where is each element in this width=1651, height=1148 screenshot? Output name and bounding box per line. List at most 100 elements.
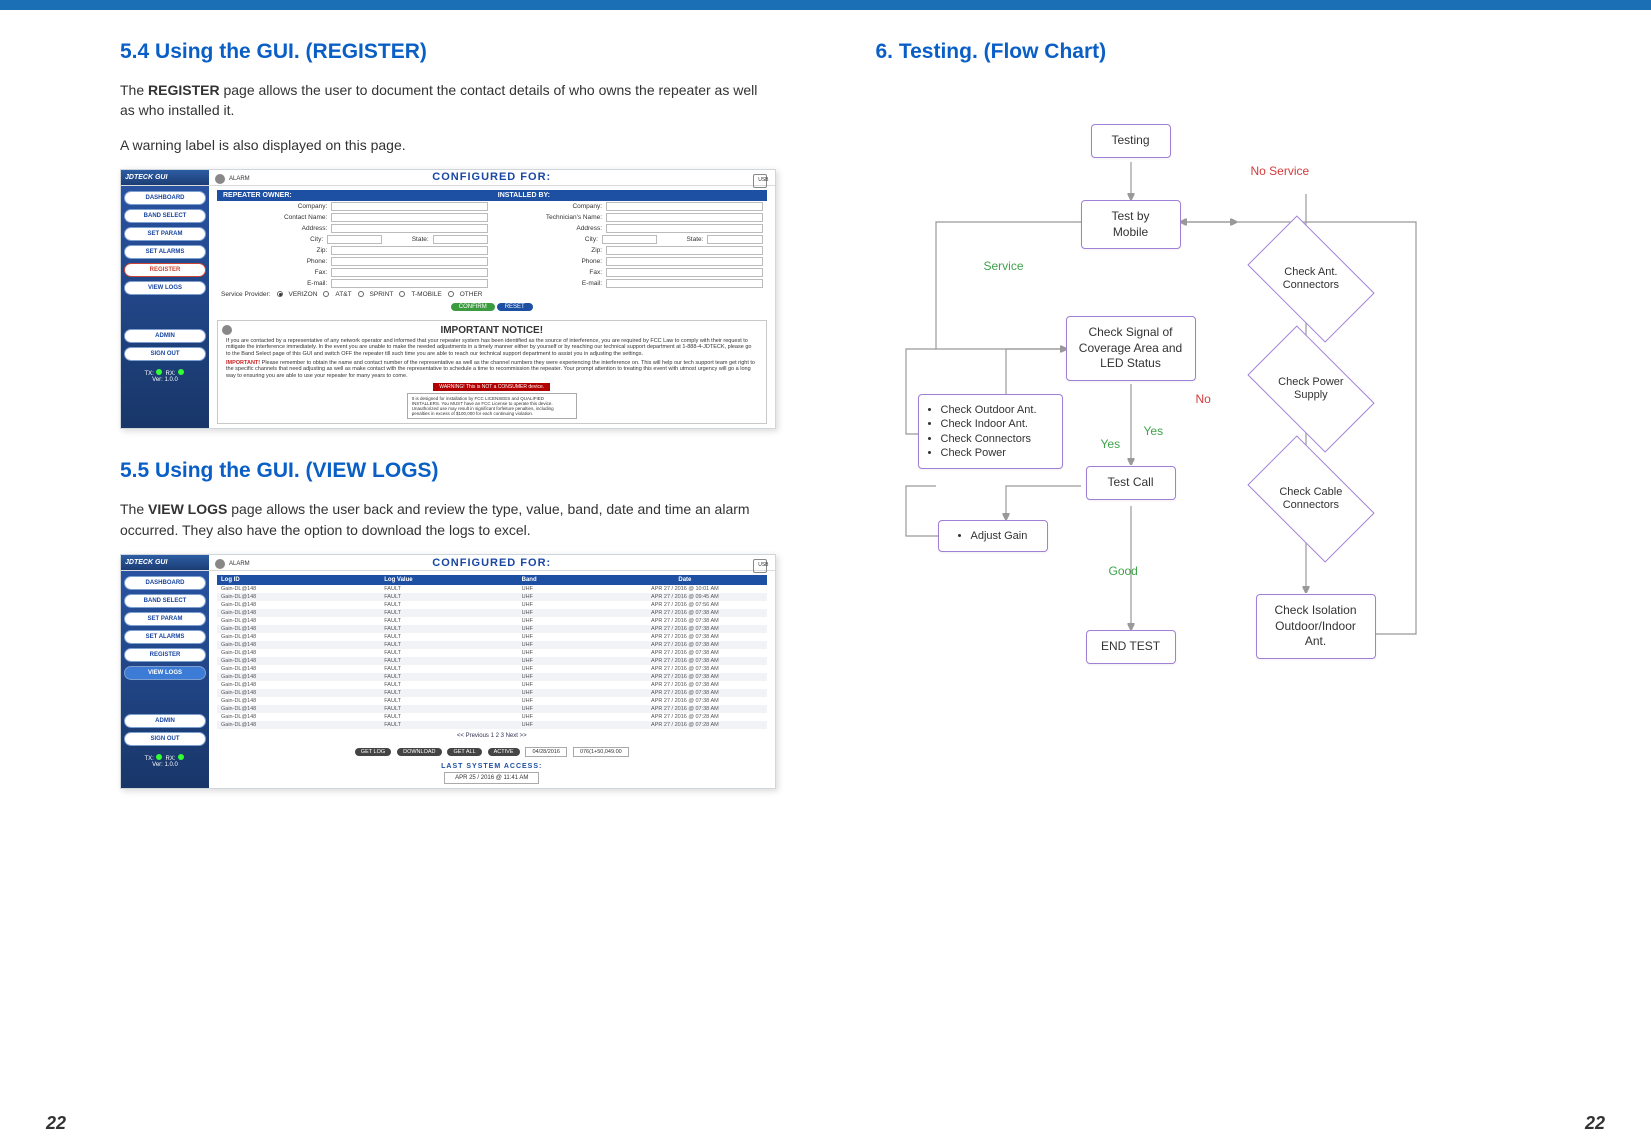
- node-check-cable: Check Cable Connectors: [1247, 435, 1374, 562]
- sidebar-set-alarms[interactable]: SET ALARMS: [124, 630, 206, 644]
- gear-icon: [215, 559, 225, 569]
- table-row: Gain-DL@148FAULTUHFAPR 27 / 2016 @ 07:38…: [217, 665, 767, 673]
- inst-tech-input[interactable]: [606, 213, 762, 222]
- table-row: Gain-DL@148FAULTUHFAPR 27 / 2016 @ 07:28…: [217, 713, 767, 721]
- inst-city-input[interactable]: [602, 235, 657, 244]
- notice-title: IMPORTANT NOTICE!: [226, 325, 758, 336]
- owner-company-input[interactable]: [331, 202, 487, 211]
- owner-header: REPEATER OWNER:: [217, 190, 492, 201]
- sidebar-set-param[interactable]: SET PARAM: [124, 612, 206, 626]
- sidebar-band-select[interactable]: BAND SELECT: [124, 209, 206, 223]
- node-test-call: Test Call: [1086, 466, 1176, 500]
- log-footer-controls: GET LOG DOWNLOAD GET ALL ACTIVE 04/28/20…: [217, 743, 767, 761]
- download-button[interactable]: DOWNLOAD: [397, 748, 441, 756]
- notice-text-2: IMPORTANT! Please remember to obtain the…: [226, 360, 758, 380]
- table-row: Gain-DL@148FAULTUHFAPR 27 / 2016 @ 07:38…: [217, 689, 767, 697]
- sidebar-admin[interactable]: ADMIN: [124, 329, 206, 343]
- table-row: Gain-DL@148FAULTUHFAPR 27 / 2016 @ 07:38…: [217, 649, 767, 657]
- sidebar-view-logs[interactable]: VIEW LOGS: [124, 666, 206, 680]
- sidebar-band-select[interactable]: BAND SELECT: [124, 594, 206, 608]
- radio-tmobile[interactable]: [399, 291, 405, 297]
- screenshot-viewlogs: JDTECK GUI ALARM CONFIGURED FOR: USB DAS…: [120, 554, 776, 789]
- log-table-header: Log ID Log Value Band Date: [217, 575, 767, 585]
- owner-phone-input[interactable]: [331, 257, 487, 266]
- heading-5-5: 5.5 Using the GUI. (VIEW LOGS): [120, 459, 776, 483]
- page-number-right: 22: [1585, 1113, 1605, 1134]
- inst-email-input[interactable]: [606, 279, 762, 288]
- log-table-body: Gain-DL@148FAULTUHFAPR 27 / 2016 @ 10:01…: [217, 585, 767, 729]
- label-no-service: No Service: [1251, 164, 1310, 178]
- table-row: Gain-DL@148FAULTUHFAPR 27 / 2016 @ 07:38…: [217, 609, 767, 617]
- sidebar-register[interactable]: REGISTER: [124, 648, 206, 662]
- inst-phone-input[interactable]: [606, 257, 762, 266]
- owner-contact-input[interactable]: [331, 213, 487, 222]
- table-row: Gain-DL@148FAULTUHFAPR 27 / 2016 @ 09:45…: [217, 593, 767, 601]
- sidebar-dashboard[interactable]: DASHBOARD: [124, 191, 206, 205]
- table-row: Gain-DL@148FAULTUHFAPR 27 / 2016 @ 07:38…: [217, 657, 767, 665]
- inst-state-input[interactable]: [707, 235, 762, 244]
- gui-logo: JDTECK GUI: [121, 555, 209, 570]
- getlog-button[interactable]: GET LOG: [355, 748, 391, 756]
- node-adjust-gain: Adjust Gain: [938, 520, 1048, 552]
- owner-zip-input[interactable]: [331, 246, 487, 255]
- sidebar-register[interactable]: REGISTER: [124, 263, 206, 277]
- label-no: No: [1196, 392, 1211, 406]
- owner-fax-input[interactable]: [331, 268, 487, 277]
- inst-zip-input[interactable]: [606, 246, 762, 255]
- sidebar-sign-out[interactable]: SIGN OUT: [124, 347, 206, 361]
- radio-att[interactable]: [323, 291, 329, 297]
- configured-for-label: CONFIGURED FOR:: [432, 557, 551, 569]
- sidebar-view-logs[interactable]: VIEW LOGS: [124, 281, 206, 295]
- owner-city-input[interactable]: [327, 235, 382, 244]
- notice-text-1: If you are contacted by a representative…: [226, 338, 758, 358]
- heading-6: 6. Testing. (Flow Chart): [876, 40, 1532, 64]
- configured-for-label: CONFIGURED FOR:: [432, 171, 551, 183]
- rx-led: [178, 754, 184, 760]
- label-good: Good: [1109, 564, 1138, 578]
- node-check-ant-connectors: Check Ant. Connectors: [1247, 215, 1374, 342]
- sidebar-sign-out[interactable]: SIGN OUT: [124, 732, 206, 746]
- table-row: Gain-DL@148FAULTUHFAPR 27 / 2016 @ 07:38…: [217, 633, 767, 641]
- active-button[interactable]: ACTIVE: [488, 748, 520, 756]
- sidebar-set-param[interactable]: SET PARAM: [124, 227, 206, 241]
- table-row: Gain-DL@148FAULTUHFAPR 27 / 2016 @ 07:38…: [217, 705, 767, 713]
- tx-led: [156, 369, 162, 375]
- screenshot-register: JDTECK GUI ALARM CONFIGURED FOR: USB DAS…: [120, 169, 776, 430]
- tx-led: [156, 754, 162, 760]
- date-field[interactable]: 04/28/2016: [525, 747, 567, 757]
- table-row: Gain-DL@148FAULTUHFAPR 27 / 2016 @ 07:38…: [217, 697, 767, 705]
- radio-verizon[interactable]: [277, 291, 283, 297]
- version-label: Ver: 1.0.0: [124, 762, 206, 768]
- usb-label: USB: [758, 177, 768, 183]
- owner-state-input[interactable]: [433, 235, 488, 244]
- list-item: Check Outdoor Ant.: [941, 403, 1050, 417]
- owner-email-input[interactable]: [331, 279, 487, 288]
- pager[interactable]: << Previous 1 2 3 Next >>: [217, 729, 767, 743]
- table-row: Gain-DL@148FAULTUHFAPR 27 / 2016 @ 07:38…: [217, 617, 767, 625]
- sidebar-admin[interactable]: ADMIN: [124, 714, 206, 728]
- sidebar: DASHBOARD BAND SELECT SET PARAM SET ALAR…: [121, 186, 209, 429]
- node-test-by-mobile: Test by Mobile: [1081, 200, 1181, 249]
- inst-company-input[interactable]: [606, 202, 762, 211]
- rx-led: [178, 369, 184, 375]
- inst-fax-input[interactable]: [606, 268, 762, 277]
- confirm-button[interactable]: CONFIRM: [451, 303, 495, 311]
- label-yes-2: Yes: [1101, 437, 1121, 451]
- getall-button[interactable]: GET ALL: [447, 748, 481, 756]
- sidebar-set-alarms[interactable]: SET ALARMS: [124, 245, 206, 259]
- node-checklist: Check Outdoor Ant.Check Indoor Ant.Check…: [918, 394, 1063, 469]
- radio-sprint[interactable]: [358, 291, 364, 297]
- owner-address-input[interactable]: [331, 224, 487, 233]
- p-warning-label: A warning label is also displayed on thi…: [120, 135, 776, 155]
- table-row: Gain-DL@148FAULTUHFAPR 27 / 2016 @ 07:56…: [217, 601, 767, 609]
- gui-logo: JDTECK GUI: [121, 170, 209, 185]
- reset-button[interactable]: RESET: [497, 303, 533, 311]
- radio-other[interactable]: [448, 291, 454, 297]
- node-testing: Testing: [1091, 124, 1171, 158]
- inst-address-input[interactable]: [606, 224, 762, 233]
- table-row: Gain-DL@148FAULTUHFAPR 27 / 2016 @ 07:38…: [217, 681, 767, 689]
- p-viewlogs-desc: The VIEW LOGS page allows the user back …: [120, 499, 776, 540]
- node-check-signal: Check Signal of Coverage Area and LED St…: [1066, 316, 1196, 381]
- label-service: Service: [984, 259, 1024, 273]
- sidebar-dashboard[interactable]: DASHBOARD: [124, 576, 206, 590]
